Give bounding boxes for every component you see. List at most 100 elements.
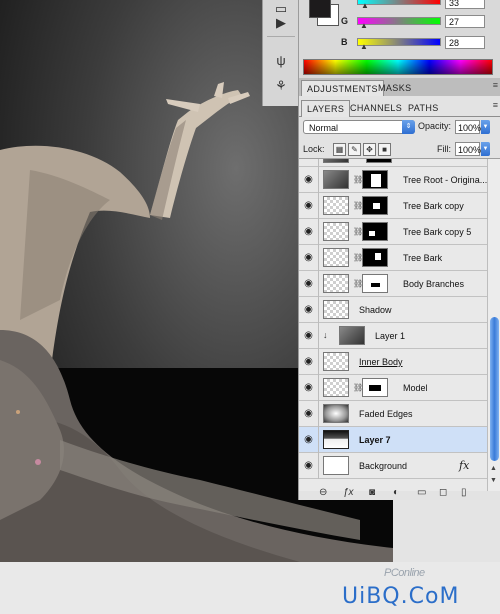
layer-row-shadow[interactable]: ◉ Shadow <box>299 297 487 323</box>
fill-field[interactable]: 100% <box>455 142 481 156</box>
layer-thumbnail <box>323 222 349 241</box>
layer-name: Body Branches <box>403 279 465 289</box>
fx-badge[interactable]: fx <box>459 459 469 472</box>
eye-icon[interactable]: ◉ <box>302 303 315 316</box>
eye-icon[interactable]: ◉ <box>302 329 315 342</box>
green-slider[interactable] <box>357 17 441 25</box>
layer-thumbnail <box>323 248 349 267</box>
layer-mask-thumbnail[interactable] <box>362 274 388 293</box>
tab-paths[interactable]: PATHS <box>403 100 444 116</box>
blue-slider-thumb[interactable]: ▲ <box>360 42 368 51</box>
layer-list: ◉ ⛓ Tree Root - Origina... ◉ ⛓ Tree Bark… <box>299 159 487 491</box>
layer-row-model[interactable]: ◉ ⛓ Model <box>299 375 487 401</box>
layer-thumbnail <box>323 300 349 319</box>
tab-channels[interactable]: CHANNELS <box>345 100 407 116</box>
scrollbar-thumb[interactable] <box>490 317 499 461</box>
layer-name: Tree Root - Origina... <box>403 175 487 185</box>
fill-dropdown-icon[interactable]: ▼ <box>481 142 490 156</box>
lock-position-icon[interactable]: ✥ <box>363 143 376 156</box>
blend-mode-select[interactable]: Normal ⇕ <box>303 120 415 134</box>
red-slider[interactable] <box>357 0 441 5</box>
layer-thumbnail <box>339 326 365 345</box>
pconline-watermark: PConline <box>384 567 425 579</box>
red-value-field[interactable]: 33 <box>445 0 485 9</box>
panel-menu-icon[interactable]: ≡ <box>493 80 498 90</box>
opacity-dropdown-icon[interactable]: ▼ <box>481 120 490 134</box>
eye-icon[interactable]: ◉ <box>302 225 315 238</box>
eye-icon[interactable]: ◉ <box>302 173 315 186</box>
brush-presets-icon[interactable]: ψ <box>272 52 290 68</box>
red-slider-thumb[interactable]: ▲ <box>361 1 369 10</box>
layer-name: Tree Bark <box>403 253 443 263</box>
lock-row: Lock: ▦ ✎ ✥ ■ Fill: 100% ▼ <box>299 140 500 159</box>
green-value-field[interactable]: 27 <box>445 15 485 28</box>
lock-transparency-icon[interactable]: ▦ <box>333 143 346 156</box>
color-panel: ▲ 33 G ▲ 27 B ▲ 28 <box>298 0 500 78</box>
blue-value-field[interactable]: 28 <box>445 36 485 49</box>
eye-icon[interactable]: ◉ <box>302 277 315 290</box>
layer-row[interactable] <box>299 159 487 167</box>
tab-masks[interactable]: MASKS <box>373 80 417 96</box>
actions-play-icon[interactable]: ▶ <box>272 15 290 31</box>
layer-name: Layer 7 <box>359 435 391 445</box>
blend-mode-arrow-icon: ⇕ <box>402 120 415 134</box>
eye-icon[interactable]: ◉ <box>302 433 315 446</box>
lock-all-icon[interactable]: ■ <box>378 143 391 156</box>
clipping-arrow-icon: ↓ <box>323 330 328 340</box>
add-mask-icon[interactable]: ◙ <box>369 487 375 498</box>
lock-image-icon[interactable]: ✎ <box>348 143 361 156</box>
layer-row-background[interactable]: ◉ Background fx <box>299 453 487 479</box>
new-adjustment-icon[interactable]: ◐ <box>393 487 399 498</box>
layer-mask-thumbnail[interactable] <box>366 159 392 163</box>
layer-row-tree-bark-copy[interactable]: ◉ ⛓ Tree Bark copy <box>299 193 487 219</box>
blend-mode-value: Normal <box>309 123 339 133</box>
layer-name: Tree Bark copy 5 <box>403 227 472 237</box>
layer-list-scrollbar[interactable]: ▲ ▼ <box>487 159 500 491</box>
tab-adjustments[interactable]: ADJUSTMENTS <box>301 80 384 97</box>
layers-panel-menu-icon[interactable]: ≡ <box>493 100 498 110</box>
scroll-down-arrow-icon[interactable]: ▼ <box>490 477 497 484</box>
green-slider-thumb[interactable]: ▲ <box>360 21 368 30</box>
delete-layer-icon[interactable]: ▯ <box>461 487 467 498</box>
opacity-label: Opacity: <box>418 121 452 131</box>
adjustments-panel-header: ADJUSTMENTS MASKS ≡ <box>298 78 500 97</box>
eye-icon[interactable]: ◉ <box>302 381 315 394</box>
tab-layers[interactable]: LAYERS <box>301 100 351 117</box>
panel-dock-empty <box>393 500 500 562</box>
layer-row-tree-bark[interactable]: ◉ ⛓ Tree Bark <box>299 245 487 271</box>
panel-icon-strip: ▭ ▶ ψ ⚘ <box>262 0 300 106</box>
add-style-icon[interactable]: ƒx <box>343 487 354 498</box>
new-layer-icon[interactable]: ◻ <box>439 487 447 498</box>
eye-icon[interactable]: ◉ <box>302 251 315 264</box>
opacity-field[interactable]: 100% <box>455 120 481 134</box>
layer-mask-thumbnail[interactable] <box>362 222 388 241</box>
uibq-watermark: UiBQ.CoM <box>342 584 460 609</box>
layer-row-body-branches[interactable]: ◉ ⛓ Body Branches <box>299 271 487 297</box>
clone-source-icon[interactable]: ⚘ <box>272 78 290 94</box>
eye-icon[interactable]: ◉ <box>302 459 315 472</box>
layer-row-tree-bark-copy-5[interactable]: ◉ ⛓ Tree Bark copy 5 <box>299 219 487 245</box>
layers-panel-footer: ⊖ ƒx ◙ ◐ ▭ ◻ ▯ <box>299 487 500 500</box>
layer-mask-thumbnail[interactable] <box>362 378 388 397</box>
eye-icon[interactable]: ◉ <box>302 199 315 212</box>
layer-row-inner-body[interactable]: ◉ Inner Body <box>299 349 487 375</box>
layer-mask-thumbnail[interactable] <box>362 248 388 267</box>
layer-row-tree-root[interactable]: ◉ ⛓ Tree Root - Origina... <box>299 167 487 193</box>
link-layers-icon[interactable]: ⊖ <box>319 487 327 498</box>
layer-row-layer-7[interactable]: ◉ Layer 7 <box>299 427 487 453</box>
new-group-icon[interactable]: ▭ <box>417 487 426 498</box>
foreground-color-swatch[interactable] <box>309 0 331 18</box>
layer-name: Tree Bark copy <box>403 201 464 211</box>
blend-row: Normal ⇕ Opacity: 100% ▼ <box>299 118 500 136</box>
layer-row-layer-1[interactable]: ◉ ↓ Layer 1 <box>299 323 487 349</box>
layer-name: Model <box>403 383 428 393</box>
scroll-up-arrow-icon[interactable]: ▲ <box>490 465 497 472</box>
layer-mask-thumbnail[interactable] <box>362 196 388 215</box>
color-spectrum-bar[interactable] <box>303 59 493 75</box>
eye-icon[interactable]: ◉ <box>302 407 315 420</box>
eye-icon[interactable]: ◉ <box>302 355 315 368</box>
layer-row-faded-edges[interactable]: ◉ Faded Edges <box>299 401 487 427</box>
layers-panel: LAYERS CHANNELS PATHS ≡ Normal ⇕ Opacity… <box>298 96 500 500</box>
layer-mask-thumbnail[interactable] <box>362 170 388 189</box>
blue-slider[interactable] <box>357 38 441 46</box>
